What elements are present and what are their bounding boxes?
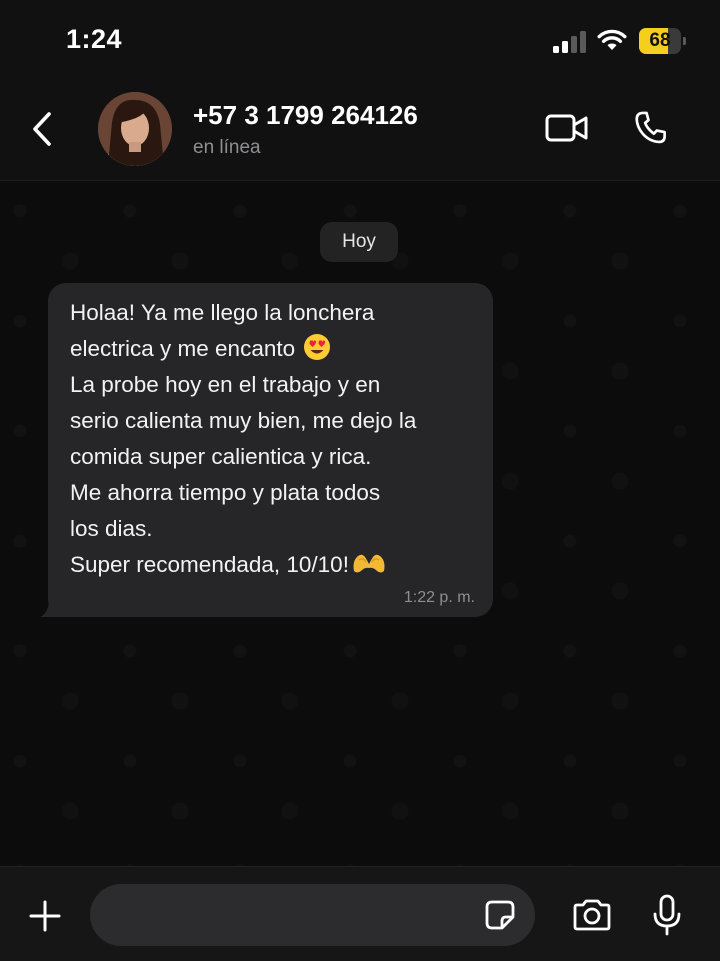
message-line: Super recomendada, 10/10! xyxy=(70,552,349,577)
video-call-button[interactable] xyxy=(544,108,590,148)
message-input-bar xyxy=(0,866,720,961)
plus-icon xyxy=(29,900,61,932)
message-text-field[interactable] xyxy=(90,884,535,946)
message-timestamp: 1:22 p. m. xyxy=(403,589,475,606)
message-line: La probe hoy en el trabajo y en xyxy=(70,372,381,397)
message-line-with-emoji: electrica y me encanto xyxy=(70,331,485,367)
chat-area[interactable]: Hoy Holaa! Ya me llego la lonchera elect… xyxy=(0,181,720,866)
voice-call-button[interactable] xyxy=(629,106,673,150)
message-input[interactable] xyxy=(112,898,476,934)
chat-header: +57 3 1799 264126 en línea xyxy=(0,84,720,181)
sticker-icon xyxy=(485,900,515,930)
date-chip: Hoy xyxy=(320,222,398,262)
attach-button[interactable] xyxy=(24,895,66,937)
status-bar: 1:24 68 xyxy=(0,0,720,84)
message-line-with-emoji: Super recomendada, 10/10! xyxy=(70,547,485,583)
video-call-icon xyxy=(545,114,588,142)
contact-name[interactable]: +57 3 1799 264126 xyxy=(193,100,418,131)
message-line: los dias. xyxy=(70,516,153,541)
cellular-signal-icon xyxy=(553,31,586,53)
battery-percentage: 68 xyxy=(649,30,671,51)
battery-indicator: 68 xyxy=(639,28,687,54)
chevron-left-icon xyxy=(33,112,51,146)
camera-icon xyxy=(573,899,611,931)
message-line: serio calienta muy bien, me dejo la xyxy=(70,408,417,433)
message-line: electrica y me encanto xyxy=(70,336,296,361)
camera-button[interactable] xyxy=(569,895,615,935)
microphone-button[interactable] xyxy=(645,891,689,939)
message-line: Me ahorra tiempo y plata todos xyxy=(70,480,381,505)
message-text: Holaa! Ya me llego la lonchera electrica… xyxy=(70,295,485,583)
sticker-button[interactable] xyxy=(483,898,517,932)
message-line: comida super calientica y rica. xyxy=(70,444,372,469)
back-button[interactable] xyxy=(20,104,64,154)
contact-avatar[interactable] xyxy=(98,92,172,166)
phone-icon xyxy=(635,111,666,144)
message-bubble-incoming[interactable]: Holaa! Ya me llego la lonchera electrica… xyxy=(48,283,493,617)
microphone-icon xyxy=(653,894,681,936)
wifi-icon xyxy=(597,29,627,50)
heart-eyes-emoji-icon xyxy=(304,334,331,360)
heart-hands-emoji-icon xyxy=(353,554,385,573)
message-line: Holaa! Ya me llego la lonchera xyxy=(70,300,375,325)
contact-status: en línea xyxy=(193,137,261,158)
avatar-image xyxy=(98,92,172,166)
status-time: 1:24 xyxy=(66,24,123,54)
